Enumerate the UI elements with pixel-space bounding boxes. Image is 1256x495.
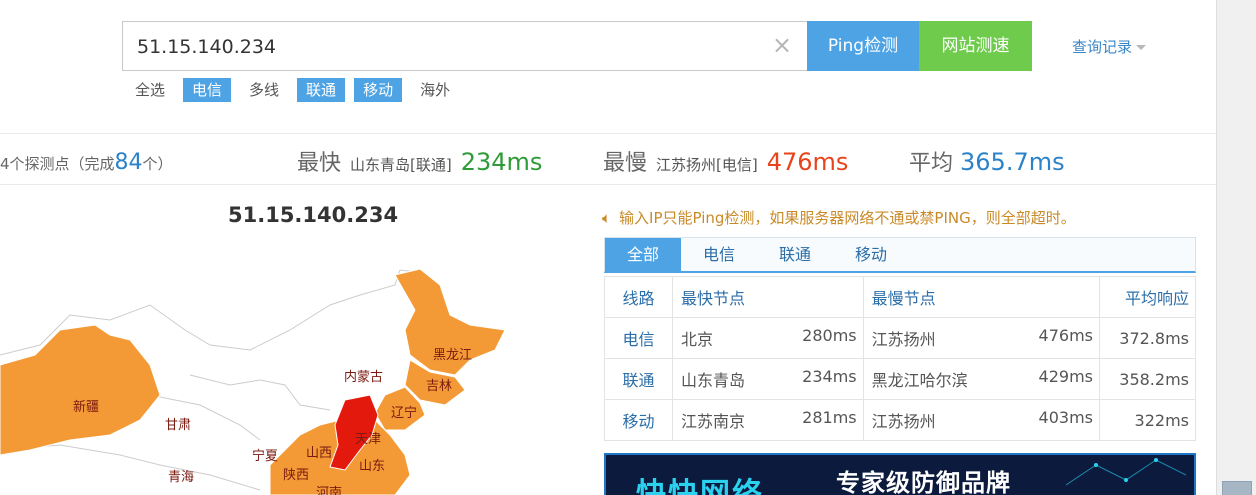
map-title: 51.15.140.234 bbox=[228, 203, 399, 227]
fast-ms: 280ms bbox=[802, 326, 857, 345]
fastest-value: 234ms bbox=[460, 148, 543, 176]
slow-node: 江苏扬州 bbox=[871, 330, 936, 349]
results-table: 线路 最快节点 最慢节点 平均响应 电信 北京 280ms 江苏扬州 476ms 3… bbox=[604, 276, 1196, 441]
slow-node-cell: 江苏扬州 476ms bbox=[862, 317, 1101, 359]
slow-node-cell: 江苏扬州 403ms bbox=[862, 399, 1101, 441]
search-box: × bbox=[122, 21, 808, 71]
map-label: 辽宁 bbox=[391, 405, 417, 421]
line-tabs: 全部 电信 联通 移动 bbox=[604, 237, 1196, 273]
slow-node: 江苏扬州 bbox=[871, 412, 936, 431]
header-fastest: 最快节点 bbox=[672, 276, 864, 318]
header-slowest: 最慢节点 bbox=[862, 276, 1101, 318]
history-label: 查询记录 bbox=[1072, 38, 1133, 56]
fast-ms: 281ms bbox=[802, 408, 857, 427]
filter-mobile[interactable]: 移动 bbox=[354, 78, 403, 102]
fastest-location: 山东青岛[联通] bbox=[350, 156, 452, 174]
notice-text: 输入IP只能Ping检测，如果服务器网络不通或禁PING，则全部超时。 bbox=[619, 209, 1076, 227]
filter-all[interactable]: 全选 bbox=[126, 78, 174, 102]
slowest-label: 最慢 bbox=[603, 151, 648, 176]
avg-ms: 372.8ms bbox=[1099, 317, 1196, 359]
banner-slogan-text: 专家级防御品牌 bbox=[836, 469, 1011, 495]
row-line: 电信 bbox=[604, 317, 673, 359]
network-lines-icon bbox=[1066, 458, 1186, 486]
fast-node: 山东青岛 bbox=[681, 371, 746, 390]
history-dropdown[interactable]: 查询记录 bbox=[1072, 36, 1147, 57]
slow-node: 黑龙江哈尔滨 bbox=[871, 371, 968, 390]
row-line: 联通 bbox=[604, 358, 673, 400]
map-label: 甘肃 bbox=[165, 418, 191, 433]
map-label: 内蒙古 bbox=[344, 369, 383, 385]
slow-ms: 429ms bbox=[1038, 367, 1093, 386]
fast-node-cell: 江苏南京 281ms bbox=[672, 399, 864, 441]
tab-all[interactable]: 全部 bbox=[605, 238, 681, 272]
speed-test-button[interactable]: 网站测速 bbox=[919, 21, 1032, 71]
header-line: 线路 bbox=[604, 276, 673, 318]
map-label: 陕西 bbox=[283, 468, 309, 483]
fast-node-cell: 山东青岛 234ms bbox=[672, 358, 864, 400]
map-label: 青海 bbox=[168, 470, 194, 485]
header-average: 平均响应 bbox=[1099, 276, 1196, 318]
table-row: 移动 江苏南京 281ms 江苏扬州 403ms 322ms bbox=[604, 399, 1196, 441]
tab-mobile[interactable]: 移动 bbox=[833, 238, 909, 272]
tab-unicom[interactable]: 联通 bbox=[757, 238, 833, 272]
tab-telecom[interactable]: 电信 bbox=[681, 238, 757, 272]
chat-widget-icon[interactable] bbox=[1222, 481, 1252, 495]
search-input[interactable] bbox=[137, 34, 757, 60]
slow-node-cell: 黑龙江哈尔滨 429ms bbox=[862, 358, 1101, 400]
fast-ms: 234ms bbox=[802, 367, 857, 386]
filter-multiline[interactable]: 多线 bbox=[240, 78, 288, 102]
table-header-row: 线路 最快节点 最慢节点 平均响应 bbox=[604, 276, 1196, 318]
average-stat: 平均 365.7ms bbox=[909, 145, 1065, 177]
probe-count-done: 84 bbox=[114, 150, 143, 175]
filter-telecom[interactable]: 电信 bbox=[183, 78, 232, 102]
divider bbox=[0, 184, 1216, 185]
map-label: 吉林 bbox=[426, 379, 452, 394]
map-label: 宁夏 bbox=[252, 448, 278, 464]
china-map: 新疆 甘肃 青海 内蒙古 黑龙江 吉林 辽宁 宁夏 陕西 山西 天津 山东 河南 bbox=[0, 268, 506, 495]
filter-unicom[interactable]: 联通 bbox=[297, 78, 346, 102]
slow-ms: 476ms bbox=[1038, 326, 1093, 345]
probe-count-suffix: 个） bbox=[142, 155, 173, 173]
map-label: 新疆 bbox=[73, 399, 99, 415]
banner-ad[interactable]: 快快网络 专家级防御品牌 bbox=[604, 453, 1196, 495]
probe-count: 4个探测点（完成84个） bbox=[0, 150, 173, 175]
map-label: 黑龙江 bbox=[433, 348, 472, 363]
slow-ms: 403ms bbox=[1038, 408, 1093, 427]
fastest-stat: 最快 山东青岛[联通] 234ms bbox=[297, 145, 542, 177]
probe-count-prefix: 4个探测点（完成 bbox=[0, 155, 115, 173]
map-label: 山东 bbox=[359, 459, 385, 474]
close-icon[interactable]: × bbox=[771, 33, 793, 57]
ping-button[interactable]: Ping检测 bbox=[807, 21, 919, 71]
speaker-icon: 🔈︎ bbox=[602, 209, 612, 227]
slowest-stat: 最慢 江苏扬州[电信] 476ms bbox=[603, 145, 848, 177]
slowest-value: 476ms bbox=[766, 148, 849, 176]
line-filters: 全选 电信 多线 联通 移动 海外 bbox=[126, 78, 468, 102]
slowest-location: 江苏扬州[电信] bbox=[656, 156, 758, 174]
notice: 🔈︎ 输入IP只能Ping检测，如果服务器网络不通或禁PING，则全部超时。 bbox=[602, 207, 1076, 228]
divider bbox=[0, 133, 1216, 134]
avg-ms: 322ms bbox=[1099, 399, 1196, 441]
map-label: 山西 bbox=[306, 446, 332, 461]
average-value: 365.7ms bbox=[960, 148, 1065, 176]
scrollbar[interactable] bbox=[1216, 0, 1256, 495]
map-label: 天津 bbox=[355, 432, 381, 447]
province-xinjiang[interactable] bbox=[0, 324, 161, 456]
fastest-label: 最快 bbox=[297, 151, 342, 176]
row-line: 移动 bbox=[604, 399, 673, 441]
table-row: 联通 山东青岛 234ms 黑龙江哈尔滨 429ms 358.2ms bbox=[604, 358, 1196, 400]
banner-brand-text: 快快网络 bbox=[636, 477, 764, 495]
fast-node: 江苏南京 bbox=[681, 412, 746, 431]
map-label: 河南 bbox=[316, 485, 342, 495]
filter-overseas[interactable]: 海外 bbox=[411, 78, 459, 102]
fast-node-cell: 北京 280ms bbox=[672, 317, 864, 359]
caret-down-icon bbox=[1136, 45, 1147, 50]
table-row: 电信 北京 280ms 江苏扬州 476ms 372.8ms bbox=[604, 317, 1196, 359]
average-label: 平均 bbox=[909, 151, 954, 176]
fast-node: 北京 bbox=[681, 330, 714, 349]
page: { "search": { "value": "51.15.140.234", … bbox=[0, 0, 1256, 495]
avg-ms: 358.2ms bbox=[1099, 358, 1196, 400]
